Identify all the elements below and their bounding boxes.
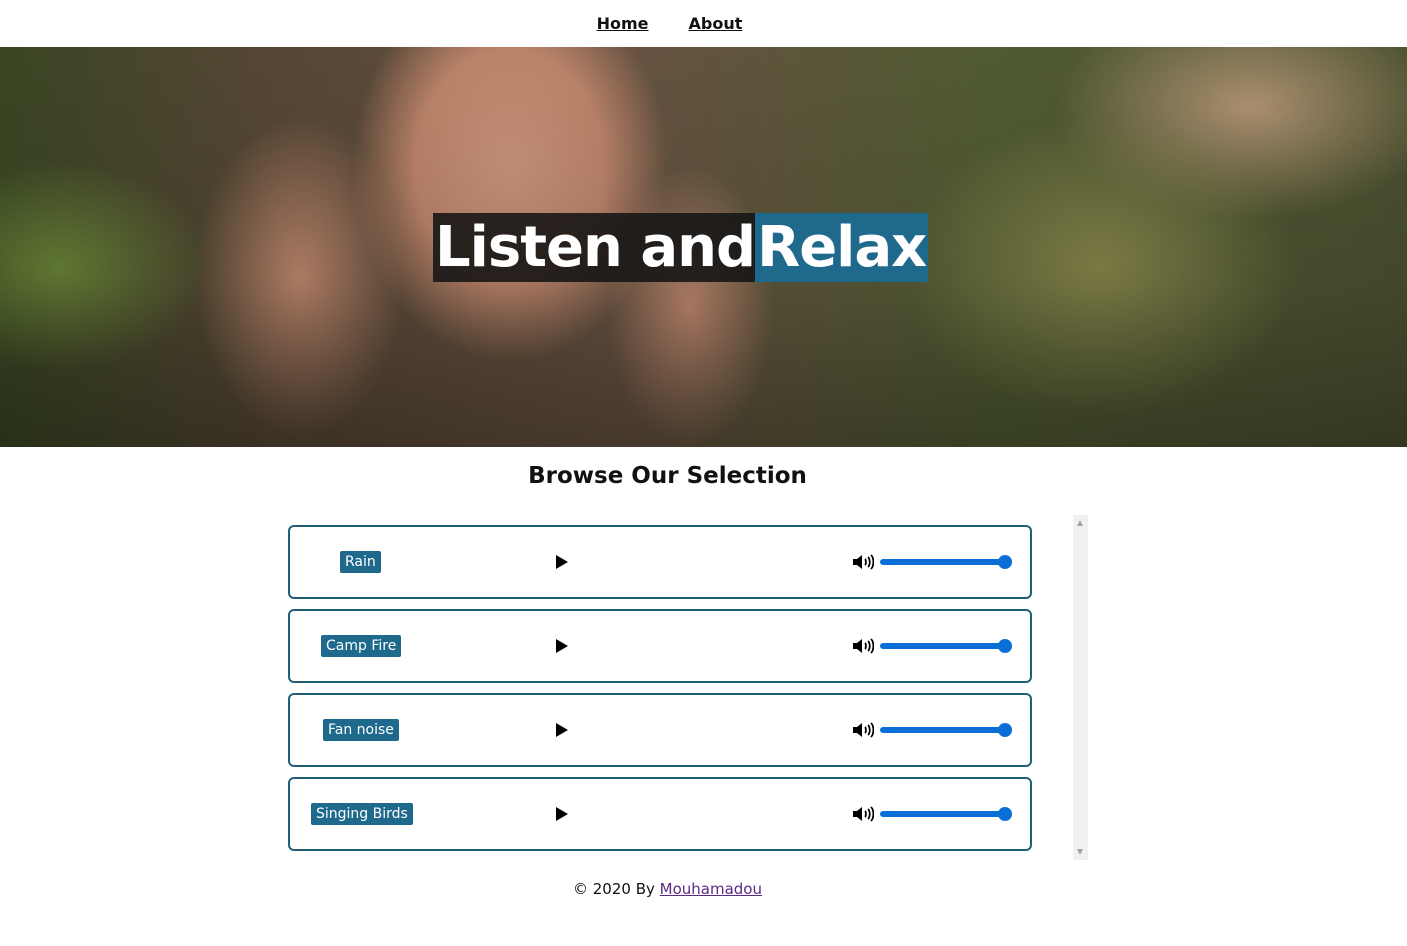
sound-label: Camp Fire	[321, 635, 402, 657]
sound-card-singing-birds: Singing Birds	[288, 777, 1032, 851]
nav-about-link[interactable]: About	[689, 14, 743, 33]
volume-slider[interactable]	[880, 555, 1012, 569]
footer-copyright: © 2020 By	[573, 880, 660, 898]
volume-slider-thumb[interactable]	[998, 555, 1012, 569]
section-title: Browse Our Selection	[528, 463, 807, 489]
hero-banner: Listen and Relax	[0, 47, 1407, 447]
top-nav: Home About	[0, 0, 1407, 46]
sound-card-fan-noise: Fan noise	[288, 693, 1032, 767]
hero-title-highlight: Relax	[755, 213, 929, 282]
author-link[interactable]: Mouhamadou	[660, 880, 762, 898]
play-icon[interactable]	[556, 723, 568, 737]
sound-card-camp-fire: Camp Fire	[288, 609, 1032, 683]
volume-slider-thumb[interactable]	[998, 639, 1012, 653]
play-icon[interactable]	[556, 639, 568, 653]
volume-icon[interactable]	[852, 805, 874, 823]
play-icon[interactable]	[556, 555, 568, 569]
volume-slider-thumb[interactable]	[998, 807, 1012, 821]
scroll-down-arrow-icon[interactable]	[1077, 849, 1083, 855]
hero-title-part1: Listen and	[433, 213, 756, 282]
volume-icon[interactable]	[852, 553, 874, 571]
volume-icon[interactable]	[852, 721, 874, 739]
volume-slider[interactable]	[880, 639, 1012, 653]
volume-slider[interactable]	[880, 807, 1012, 821]
footer: © 2020 By Mouhamadou	[0, 880, 1335, 898]
sound-card-rain: Rain	[288, 525, 1032, 599]
volume-icon[interactable]	[852, 637, 874, 655]
sound-label: Rain	[340, 551, 381, 573]
sound-label: Singing Birds	[311, 803, 413, 825]
scroll-up-arrow-icon[interactable]	[1077, 520, 1083, 526]
sound-label: Fan noise	[323, 719, 399, 741]
volume-slider[interactable]	[880, 723, 1012, 737]
play-icon[interactable]	[556, 807, 568, 821]
list-scrollbar[interactable]	[1073, 515, 1088, 860]
nav-home-link[interactable]: Home	[597, 14, 649, 33]
sound-list[interactable]: Rain Camp Fire Fan noise Singing Birds	[288, 515, 1088, 860]
volume-slider-thumb[interactable]	[998, 723, 1012, 737]
hero-title: Listen and Relax	[433, 213, 929, 282]
